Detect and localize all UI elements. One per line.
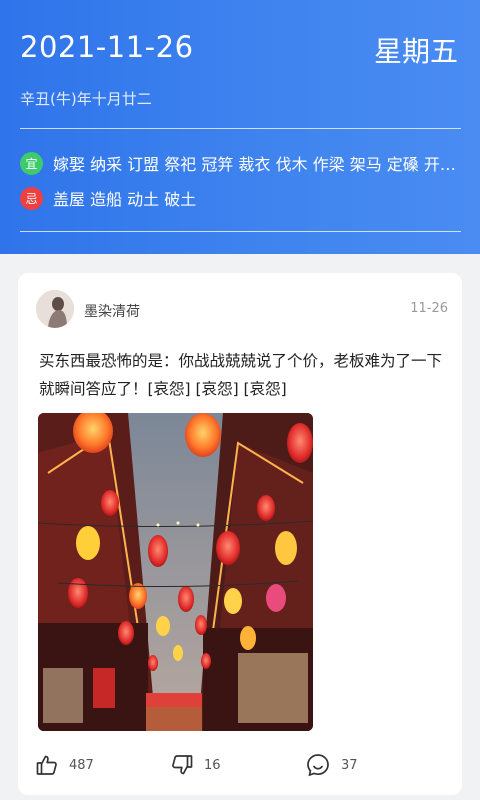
almanac-header: 2021-11-26 星期五 辛丑(牛)年十月廿二 宜 嫁娶 纳采 订盟 祭祀 …	[0, 0, 480, 254]
post-card[interactable]: 墨染清荷 11-26 买东西最恐怖的是：你战战兢兢说了个价，老板难为了一下就瞬间…	[18, 273, 462, 795]
lunar-date: 辛丑(牛)年十月廿二	[20, 90, 152, 108]
post-text: 买东西最恐怖的是：你战战兢兢说了个价，老板难为了一下就瞬间答应了！[哀怨] [哀…	[39, 352, 443, 398]
comment-button[interactable]: 37	[305, 749, 358, 781]
comment-icon	[305, 752, 331, 778]
divider	[20, 128, 461, 129]
post-actions: 487 16 37	[18, 749, 462, 781]
street-lanterns-photo[interactable]	[38, 413, 313, 731]
divider	[20, 231, 461, 232]
auspicious-badge: 宜	[20, 151, 43, 175]
inauspicious-items: 盖屋 造船 动土 破土	[53, 190, 197, 209]
like-count: 487	[69, 757, 94, 773]
comment-count: 37	[341, 757, 358, 773]
like-button[interactable]: 487	[35, 749, 94, 781]
weekday: 星期五	[373, 35, 458, 68]
inauspicious-row: 忌 盖屋 造船 动土 破土	[20, 186, 460, 210]
auspicious-items: 嫁娶 纳采 订盟 祭祀 冠笄 裁衣 伐木 作梁 架马 定磉 开…	[53, 155, 456, 174]
username[interactable]: 墨染清荷	[84, 301, 140, 321]
avatar[interactable]	[36, 290, 74, 328]
thumbs-up-icon	[35, 753, 59, 777]
dislike-count: 16	[204, 757, 221, 773]
solar-date: 2021-11-26	[20, 30, 194, 64]
thumbs-down-icon	[170, 753, 194, 777]
inauspicious-badge: 忌	[20, 186, 43, 210]
auspicious-row: 宜 嫁娶 纳采 订盟 祭祀 冠笄 裁衣 伐木 作梁 架马 定磉 开…	[20, 151, 460, 175]
post-date: 11-26	[410, 301, 448, 316]
dislike-button[interactable]: 16	[170, 749, 221, 781]
